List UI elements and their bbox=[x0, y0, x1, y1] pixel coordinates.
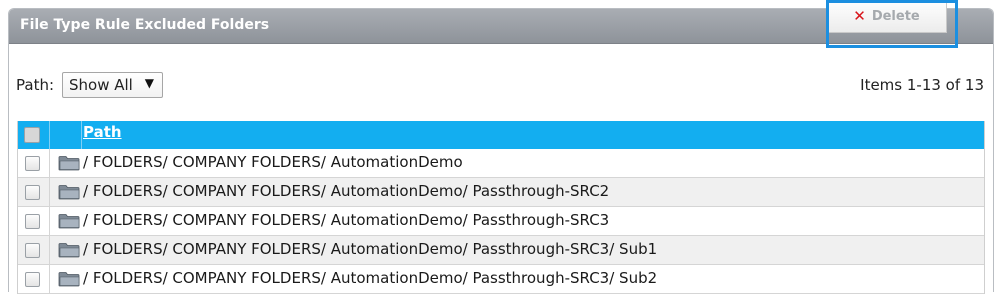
row-checkbox[interactable] bbox=[25, 185, 40, 200]
table-row[interactable]: / FOLDERS/ COMPANY FOLDERS/ AutomationDe… bbox=[18, 149, 984, 178]
row-checkbox[interactable] bbox=[25, 156, 40, 171]
path-filter-label: Path: bbox=[16, 76, 55, 94]
path-column-header[interactable]: Path bbox=[83, 123, 122, 141]
row-checkbox[interactable] bbox=[25, 214, 40, 229]
column-divider bbox=[49, 236, 50, 264]
folder-icon[interactable] bbox=[58, 213, 80, 229]
column-divider bbox=[49, 178, 50, 206]
folder-icon[interactable] bbox=[58, 271, 80, 287]
table-row[interactable]: / FOLDERS/ COMPANY FOLDERS/ AutomationDe… bbox=[18, 207, 984, 236]
path-filter-value: Show All bbox=[69, 76, 133, 94]
folder-path: / FOLDERS/ COMPANY FOLDERS/ AutomationDe… bbox=[83, 269, 658, 287]
folder-icon[interactable] bbox=[58, 242, 80, 258]
table-body: / FOLDERS/ COMPANY FOLDERS/ AutomationDe… bbox=[18, 149, 984, 294]
items-count: Items 1-13 of 13 bbox=[860, 76, 984, 94]
folder-icon[interactable] bbox=[58, 184, 80, 200]
table-row[interactable]: / FOLDERS/ COMPANY FOLDERS/ AutomationDe… bbox=[18, 236, 984, 265]
panel-title: File Type Rule Excluded Folders bbox=[20, 17, 270, 33]
row-checkbox[interactable] bbox=[25, 272, 40, 287]
dropdown-arrow-icon: ▼ bbox=[144, 76, 154, 90]
select-all-checkbox[interactable] bbox=[24, 127, 40, 143]
column-divider bbox=[81, 121, 82, 149]
delete-button[interactable]: ✕ Delete bbox=[826, 0, 947, 33]
delete-label: Delete bbox=[871, 8, 920, 24]
row-checkbox[interactable] bbox=[25, 243, 40, 258]
folder-path: / FOLDERS/ COMPANY FOLDERS/ AutomationDe… bbox=[83, 240, 658, 258]
column-divider bbox=[49, 207, 50, 235]
column-divider bbox=[49, 265, 50, 293]
folder-path: / FOLDERS/ COMPANY FOLDERS/ AutomationDe… bbox=[83, 153, 463, 171]
folder-path: / FOLDERS/ COMPANY FOLDERS/ AutomationDe… bbox=[83, 182, 610, 200]
folders-table: Path / FOLDERS/ COMPANY FOLDERS/ Automat… bbox=[17, 121, 985, 294]
table-row[interactable]: / FOLDERS/ COMPANY FOLDERS/ AutomationDe… bbox=[18, 265, 984, 294]
x-icon: ✕ bbox=[853, 6, 866, 25]
folder-icon[interactable] bbox=[58, 155, 80, 171]
table-header: Path bbox=[18, 121, 984, 149]
folder-path: / FOLDERS/ COMPANY FOLDERS/ AutomationDe… bbox=[83, 211, 610, 229]
column-divider bbox=[49, 121, 50, 149]
path-filter-select[interactable]: Show All ▼ bbox=[62, 72, 163, 98]
column-divider bbox=[49, 149, 50, 177]
table-row[interactable]: / FOLDERS/ COMPANY FOLDERS/ AutomationDe… bbox=[18, 178, 984, 207]
